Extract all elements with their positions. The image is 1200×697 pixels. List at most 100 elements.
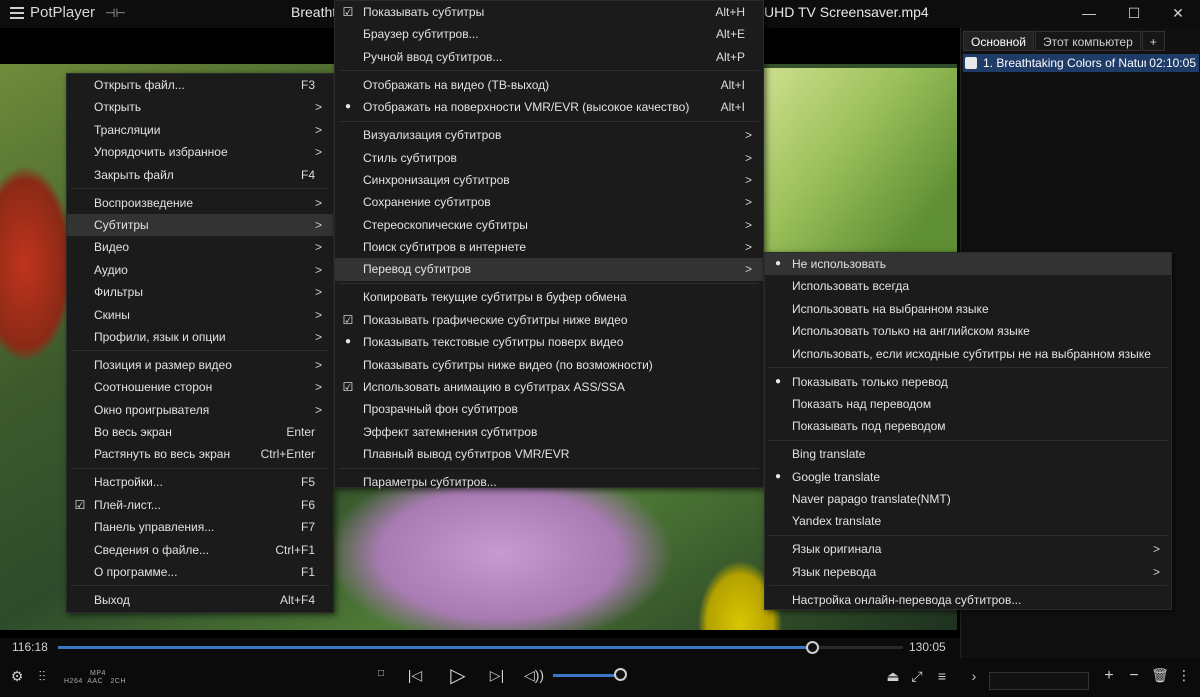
menu-icon[interactable] [10,7,24,19]
eject-icon[interactable]: ⏏ [884,668,902,685]
subtitles-menu-item-13[interactable]: Перевод субтитров > [335,258,763,281]
subtitles-menu-item-15[interactable]: Копировать текущие субтитры в буфер обме… [335,286,763,308]
volume-handle[interactable] [614,668,627,681]
main-menu-item-14[interactable]: Позиция и размер видео > [67,354,333,376]
tab-add[interactable]: + [1141,31,1165,51]
translate-menu-item-6[interactable]: ● Показывать только перевод [765,371,1171,393]
subtitles-menu-item-17[interactable]: ● Показывать текстовые субтитры поверх ви… [335,331,763,353]
translate-menu-item-12[interactable]: Naver papago translate(NMT) [765,488,1171,510]
subtitles-menu-item-16[interactable]: ☑ Показывать графические субтитры ниже ви… [335,309,763,331]
subtitles-menu-item-5[interactable]: ● Отображать на поверхности VMR/EVR (высо… [335,96,763,118]
subtitles-menu-item-20[interactable]: Прозрачный фон субтитров [335,398,763,420]
translate-menu-item-7[interactable]: Показать над переводом [765,393,1171,415]
prev-icon[interactable]: |◁ [406,667,424,684]
translate-menu-item-13[interactable]: Yandex translate [765,510,1171,532]
subtitles-menu-item-18[interactable]: Показывать субтитры ниже видео (по возмо… [335,354,763,376]
translate-menu-item-1[interactable]: Использовать всегда [765,275,1171,297]
close-icon[interactable]: ✕ [1166,4,1190,22]
main-menu-item-22[interactable]: Панель управления... F7 [67,516,333,538]
main-menu-item-3[interactable]: Упорядочить избранное > [67,141,333,163]
main-menu-item-15[interactable]: Соотношение сторон > [67,376,333,398]
subtitles-menu-item-19[interactable]: ☑ Использовать анимацию в субтитрах ASS/S… [335,376,763,398]
subtitles-menu-item-21[interactable]: Эффект затемнения субтитров [335,421,763,443]
seek-handle[interactable] [805,641,819,654]
main-menu-item-2[interactable]: Трансляции > [67,119,333,141]
volume-slider[interactable] [553,674,621,677]
subtitles-menu-item-22[interactable]: Плавный вывод субтитров VMR/EVR [335,443,763,465]
playlist-search-input[interactable] [989,672,1089,690]
main-menu-item-16[interactable]: Окно проигрывателя > [67,399,333,421]
main-menu-item-24[interactable]: О программе... F1 [67,561,333,583]
subtitles-menu-item-10[interactable]: Сохранение субтитров > [335,191,763,213]
main-menu-item-label: Субтитры [94,217,149,232]
seek-bar[interactable] [58,641,903,654]
subtitles-menu-item-label: Поиск субтитров в интернете [363,240,527,255]
subtitles-menu-item-8[interactable]: Стиль субтитров > [335,147,763,169]
main-menu-item-label: Профили, язык и опции [94,329,226,344]
main-menu-item-4[interactable]: Закрыть файл F4 [67,164,333,186]
chevron-right-icon: > [744,150,752,165]
main-menu-item-1[interactable]: Открыть > [67,96,333,118]
time-current: 116:18 [12,640,48,654]
playlist-toggle-icon[interactable]: ≡ [933,668,951,684]
remove-icon[interactable]: − [1125,667,1143,685]
main-menu-item-8[interactable]: Видео > [67,236,333,258]
main-menu-item-20[interactable]: Настройки... F5 [67,471,333,493]
add-icon[interactable]: + [1100,667,1118,685]
subtitles-menu-item-11[interactable]: Стереоскопические субтитры > [335,214,763,236]
translate-menu-item-11[interactable]: ● Google translate [765,466,1171,488]
chevron-right-icon: > [314,145,322,160]
volume-icon[interactable]: ◁)) [523,667,545,684]
subtitles-menu-item-7[interactable]: Визуализация субтитров > [335,124,763,146]
main-menu-item-21[interactable]: ☑ Плей-лист... F6 [67,494,333,516]
main-menu-item-7[interactable]: Субтитры > [67,213,333,237]
subtitles-menu-item-2[interactable]: Ручной ввод субтитров... Alt+P [335,46,763,68]
chevron-right-icon: > [314,122,322,137]
maximize-icon[interactable]: ☐ [1122,4,1146,22]
subtitles-menu-item-9[interactable]: Синхронизация субтитров > [335,169,763,191]
translate-menu-item-3[interactable]: Использовать только на английском языке [765,320,1171,342]
translate-menu-item-10[interactable]: Bing translate [765,443,1171,465]
main-menu-item-10[interactable]: Фильтры > [67,281,333,303]
main-menu-item-12[interactable]: Профили, язык и опции > [67,326,333,348]
next-icon[interactable]: ▷| [488,667,506,684]
more-icon[interactable]: ⋮ [1175,667,1193,684]
main-menu-item-23[interactable]: Сведения о файле... Ctrl+F1 [67,539,333,561]
main-menu-item-18[interactable]: Растянуть во весь экран Ctrl+Enter [67,443,333,465]
translate-menu-item-15[interactable]: Язык оригинала > [765,538,1171,560]
translate-menu-item-0[interactable]: ● Не использовать [765,253,1171,276]
tab-main[interactable]: Основной [963,31,1035,51]
chevron-right-icon: > [744,240,752,255]
equalizer-icon[interactable]: ⫶⫶ [33,668,51,685]
radio-selected-icon: ● [774,375,782,387]
chevron-right-icon: > [744,217,752,232]
playlist-item[interactable]: 1. Breathtaking Colors of Nature i... 02… [963,54,1199,72]
play-icon[interactable]: ▷ [447,663,469,688]
subtitles-menu-item-12[interactable]: Поиск субтитров в интернете > [335,236,763,258]
translate-menu-item-8[interactable]: Показывать под переводом [765,415,1171,437]
translate-menu-item-2[interactable]: Использовать на выбранном языке [765,298,1171,320]
chevron-right-icon[interactable]: › [965,668,983,684]
pin-icon[interactable]: ⊣⊢ [105,6,126,20]
main-menu-item-9[interactable]: Аудио > [67,259,333,281]
subtitles-menu-item-1[interactable]: Браузер субтитров... Alt+E [335,23,763,45]
translate-menu-item-18[interactable]: Настройка онлайн-перевода субтитров... [765,589,1171,611]
main-menu-item-17[interactable]: Во весь экран Enter [67,421,333,443]
subtitles-menu-item-label: Использовать анимацию в субтитрах ASS/SS… [363,380,625,395]
main-menu-item-label: Окно проигрывателя [94,402,210,417]
minimize-icon[interactable]: — [1077,4,1101,22]
main-menu-item-6[interactable]: Воспроизведение > [67,192,333,214]
tab-this-computer[interactable]: Этот компьютер [1035,31,1141,51]
translate-menu-item-4[interactable]: Использовать, если исходные субтитры не … [765,343,1171,365]
main-menu-item-26[interactable]: Выход Alt+F4 [67,589,333,611]
stop-icon[interactable]: □ [372,668,390,679]
subtitles-menu-item-4[interactable]: Отображать на видео (ТВ-выход) Alt+I [335,74,763,96]
subtitles-menu-item-0[interactable]: ☑ Показывать субтитры Alt+H [335,1,763,23]
gear-icon[interactable]: ⚙ [8,668,26,685]
fullscreen-icon[interactable]: ⤢ [908,668,926,685]
subtitles-menu-item-24[interactable]: Параметры субтитров... [335,471,763,493]
main-menu-item-11[interactable]: Скины > [67,304,333,326]
trash-icon[interactable]: 🗑 [1151,667,1169,684]
translate-menu-item-16[interactable]: Язык перевода > [765,561,1171,583]
main-menu-item-0[interactable]: Открыть файл... F3 [67,74,333,96]
